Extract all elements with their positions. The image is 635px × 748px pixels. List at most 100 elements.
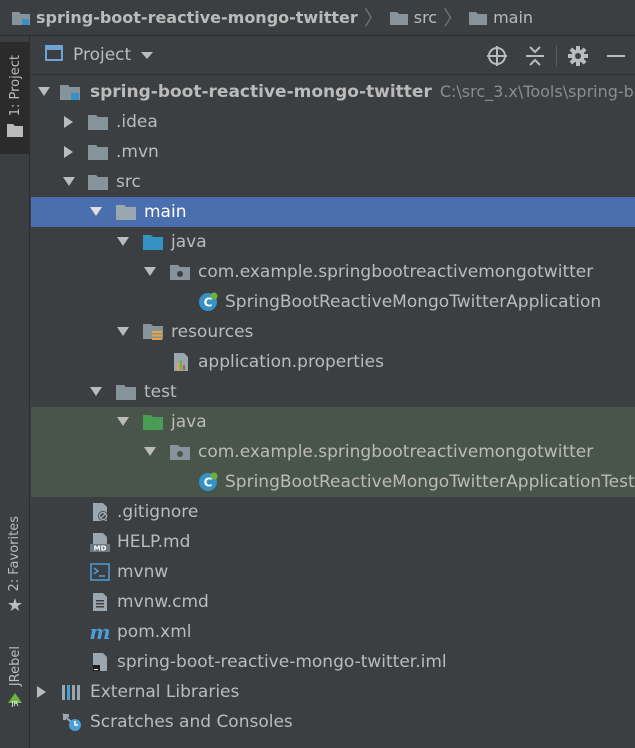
tree-item-main-java[interactable]: java [31, 227, 635, 257]
maven-icon: m [89, 620, 111, 644]
tool-window-strip: 1: Project 2: Favorites ★ JRebel JR [0, 36, 30, 748]
tree-item-mvnw-cmd[interactable]: mvnw.cmd [31, 587, 635, 617]
collapsed-arrow-icon[interactable] [35, 685, 49, 699]
tree-item-test-package[interactable]: com.example.springbootreactivemongotwitt… [31, 437, 635, 467]
breadcrumb-src[interactable]: src [389, 8, 438, 27]
breadcrumb: spring-boot-reactive-mongo-twitter 〉 src… [0, 0, 635, 36]
tree-item-main-class[interactable]: C SpringBootReactiveMongoTwitterApplicat… [31, 287, 635, 317]
tab-jrebel[interactable]: JRebel JR [0, 636, 30, 721]
tab-favorites-label: 2: Favorites [7, 515, 23, 592]
settings-button[interactable] [559, 36, 597, 75]
package-icon [169, 442, 191, 462]
folder-icon [7, 122, 23, 141]
tree-test-package-label: com.example.springbootreactivemongotwitt… [198, 442, 594, 462]
tree-root-label: spring-boot-reactive-mongo-twitter [90, 82, 432, 102]
module-file-icon [89, 652, 111, 672]
svg-text:MD: MD [94, 545, 107, 553]
collapse-all-button[interactable] [516, 36, 554, 75]
tree-item-test-java[interactable]: java [31, 407, 635, 437]
tree-item-test[interactable]: test [31, 377, 635, 407]
tree-main-label: main [144, 202, 187, 222]
expand-arrow-icon[interactable] [116, 415, 130, 429]
gear-icon [568, 45, 588, 66]
tree-item-main[interactable]: main [31, 197, 635, 227]
tree-item-app-properties[interactable]: application.properties [31, 347, 635, 377]
tree-scratches-label: Scratches and Consoles [90, 712, 293, 732]
breadcrumb-project-label: spring-boot-reactive-mongo-twitter [36, 8, 358, 27]
tree-mvn-label: .mvn [116, 142, 159, 162]
breadcrumb-project[interactable]: spring-boot-reactive-mongo-twitter [12, 8, 358, 27]
tab-favorites[interactable]: 2: Favorites ★ [0, 506, 30, 626]
tree-resources-label: resources [171, 322, 254, 342]
expand-arrow-icon[interactable] [89, 205, 103, 219]
expand-arrow-icon[interactable] [62, 175, 76, 189]
tree-mvnw-cmd-label: mvnw.cmd [117, 592, 209, 612]
tree-item-gitignore[interactable]: .gitignore [31, 497, 635, 527]
tree-src-label: src [116, 172, 141, 192]
tree-item-main-package[interactable]: com.example.springbootreactivemongotwitt… [31, 257, 635, 287]
test-folder-icon [142, 412, 164, 432]
folder-icon [115, 202, 137, 222]
tree-item-external-libraries[interactable]: External Libraries [31, 677, 635, 707]
crosshair-icon [487, 45, 507, 66]
expand-arrow-icon[interactable] [116, 325, 130, 339]
expand-arrow-icon[interactable] [116, 235, 130, 249]
tree-item-test-class[interactable]: C SpringBootReactiveMongoTwitterApplicat… [31, 467, 635, 497]
project-folder-icon [12, 11, 30, 25]
breadcrumb-src-label: src [413, 8, 438, 27]
tab-project-label: 1: Project [7, 54, 23, 117]
tree-item-pom[interactable]: m pom.xml [31, 617, 635, 647]
tree-gitignore-label: .gitignore [117, 502, 199, 522]
collapsed-arrow-icon[interactable] [62, 115, 76, 129]
jrebel-icon: JR [6, 691, 24, 711]
tree-iml-label: spring-boot-reactive-mongo-twitter.iml [117, 652, 447, 672]
expand-arrow-icon[interactable] [143, 445, 157, 459]
tree-item-src[interactable]: src [31, 167, 635, 197]
tree-item-root[interactable]: spring-boot-reactive-mongo-twitter C:\src… [31, 77, 635, 107]
tree-help-label: HELP.md [117, 532, 191, 552]
expand-arrow-icon[interactable] [89, 385, 103, 399]
gitignore-file-icon [89, 502, 111, 522]
tab-jrebel-label: JRebel [7, 646, 23, 687]
tree-item-scratches[interactable]: Scratches and Consoles [31, 707, 635, 737]
tree-item-help[interactable]: MD HELP.md [31, 527, 635, 557]
toolbar-divider [556, 44, 557, 67]
star-icon: ★ [6, 595, 24, 617]
view-selector[interactable]: Project [45, 44, 154, 66]
chevron-right-icon: 〉 [363, 5, 384, 30]
breadcrumb-main-label: main [493, 8, 534, 27]
spring-boot-class-icon: C [197, 472, 219, 492]
project-tree: spring-boot-reactive-mongo-twitter C:\src… [31, 77, 635, 748]
panel-title: Project [73, 45, 132, 65]
tree-item-mvnw[interactable]: mvnw [31, 557, 635, 587]
collapsed-arrow-icon[interactable] [62, 145, 76, 159]
library-icon [61, 682, 83, 702]
tree-idea-label: .idea [116, 112, 158, 132]
tab-project[interactable]: 1: Project [0, 42, 30, 154]
markdown-file-icon: MD [89, 532, 111, 552]
tree-item-idea[interactable]: .idea [31, 107, 635, 137]
tree-test-class-label: SpringBootReactiveMongoTwitterApplicatio… [225, 472, 635, 492]
tree-external-libraries-label: External Libraries [90, 682, 240, 702]
package-icon [169, 262, 191, 282]
tree-mvnw-label: mvnw [117, 562, 169, 582]
expand-arrow-icon[interactable] [37, 85, 51, 99]
dropdown-arrow-icon [141, 45, 154, 65]
tree-app-properties-label: application.properties [198, 352, 384, 372]
expand-arrow-icon[interactable] [143, 265, 157, 279]
tree-item-iml[interactable]: spring-boot-reactive-mongo-twitter.iml [31, 647, 635, 677]
project-panel-header: Project [31, 36, 635, 75]
tree-main-java-label: java [171, 232, 207, 252]
tree-test-java-label: java [171, 412, 207, 432]
text-file-icon [89, 592, 111, 612]
tree-item-resources[interactable]: resources [31, 317, 635, 347]
scratches-icon [61, 712, 83, 732]
tree-item-mvn[interactable]: .mvn [31, 137, 635, 167]
hide-panel-button[interactable] [597, 36, 635, 75]
chevron-right-icon: 〉 [443, 5, 464, 30]
source-folder-icon [142, 232, 164, 252]
breadcrumb-main[interactable]: main [469, 8, 533, 27]
tree-test-label: test [144, 382, 177, 402]
project-folder-icon [59, 82, 81, 102]
locate-file-button[interactable] [478, 36, 516, 75]
